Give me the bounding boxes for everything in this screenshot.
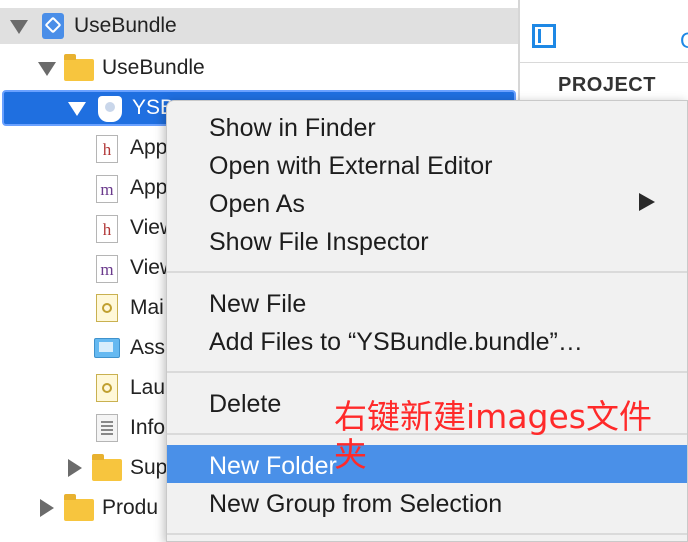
submenu-arrow-icon [639, 193, 655, 211]
tree-row-label: UseBundle [74, 14, 177, 37]
folder-icon [64, 54, 94, 81]
menu-item-new-group-from-selection[interactable]: New Group from Selection [167, 483, 687, 521]
menu-item-label: Open As [209, 190, 305, 218]
bundle-icon [98, 96, 122, 122]
menu-item-label: Add Files to “YSBundle.bundle”… [209, 328, 583, 356]
folder-icon [92, 454, 122, 481]
menu-item-label: New Group from Selection [209, 490, 503, 518]
menu-separator [167, 371, 687, 373]
menu-item-label: Open with External Editor [209, 152, 493, 180]
tree-row-folder[interactable]: UseBundle [0, 50, 518, 86]
menu-item-show-file-inspector[interactable]: Show File Inspector [167, 221, 687, 259]
header-file-icon: h [96, 135, 118, 163]
menu-item-show-in-finder[interactable]: Show in Finder [167, 107, 687, 145]
menu-item-open-external-editor[interactable]: Open with External Editor [167, 145, 687, 183]
header-file-icon: h [96, 215, 118, 243]
menu-item-label: Show File Inspector [209, 228, 429, 256]
editor-tab-label[interactable]: C [680, 28, 688, 54]
tree-row-label: Info [130, 416, 166, 439]
disclosure-down-icon[interactable] [38, 62, 56, 76]
folder-icon [64, 494, 94, 521]
section-header-project: PROJECT [558, 74, 656, 96]
menu-item-open-as[interactable]: Open As [167, 183, 687, 221]
disclosure-down-icon[interactable] [68, 102, 86, 116]
implementation-file-icon: m [96, 175, 118, 203]
tree-row-project[interactable]: UseBundle [0, 8, 518, 44]
tree-row-label: Sup [130, 456, 168, 479]
editor-toolbar: C [520, 6, 688, 63]
storyboard-file-icon [96, 374, 118, 402]
menu-item-label: Delete [209, 390, 282, 418]
annotation-text: 右键新建images文件夹 [334, 397, 652, 474]
tree-row-label: Lau [130, 376, 166, 399]
sidebar-toggle-icon[interactable] [532, 24, 556, 48]
menu-item-add-files[interactable]: Add Files to “YSBundle.bundle”… [167, 321, 687, 359]
tree-row-label: App [130, 176, 168, 199]
menu-item-label: New File [209, 290, 307, 318]
menu-separator [167, 271, 687, 273]
tree-row-label: UseBundle [102, 56, 205, 79]
plist-file-icon [96, 414, 118, 442]
xcode-project-icon [42, 13, 64, 39]
disclosure-right-icon[interactable] [68, 459, 82, 477]
disclosure-down-icon[interactable] [10, 20, 28, 34]
menu-separator [167, 533, 687, 535]
implementation-file-icon: m [96, 255, 118, 283]
menu-item-new-file[interactable]: New File [167, 283, 687, 321]
tree-row-label: App [130, 136, 168, 159]
context-menu: Show in Finder Open with External Editor… [166, 100, 688, 542]
asset-catalog-icon [94, 338, 120, 358]
menu-item-label: Show in Finder [209, 114, 376, 142]
menu-item-label: New Folder [209, 452, 337, 480]
tree-row-label: Produ [102, 496, 159, 519]
tree-row-label: Mai [130, 296, 164, 319]
tree-row-label: Ass [130, 336, 166, 359]
disclosure-right-icon[interactable] [40, 499, 54, 517]
storyboard-file-icon [96, 294, 118, 322]
